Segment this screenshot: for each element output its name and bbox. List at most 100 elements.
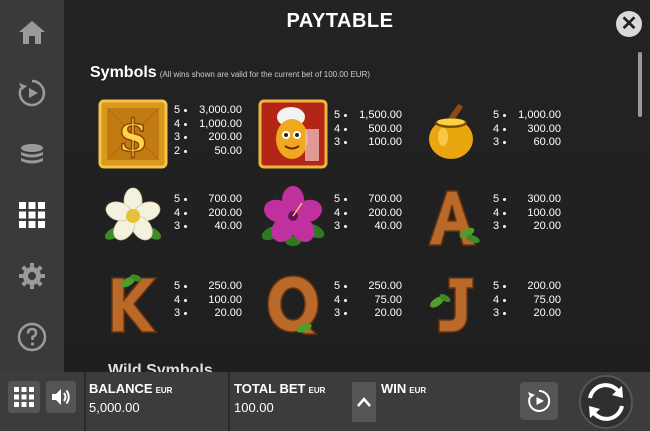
payout-row: 3 20.00 bbox=[174, 307, 242, 319]
payout-row: 3 20.00 bbox=[493, 307, 561, 319]
grid-icon bbox=[14, 387, 34, 407]
symbol-cell: 5 1,000.00 4 300.00 3 60.00 bbox=[417, 99, 577, 169]
symbol-cell: 5 700.00 4 200.00 3 40.00 bbox=[258, 183, 418, 253]
payout-row: 3 60.00 bbox=[493, 136, 561, 148]
close-button[interactable]: ✕ bbox=[616, 11, 642, 37]
sound-button[interactable] bbox=[46, 381, 76, 413]
payout-row: 5 1,500.00 bbox=[334, 109, 402, 121]
win-label: WIN bbox=[381, 381, 407, 396]
help-button[interactable] bbox=[0, 306, 64, 367]
payout-row: 5 3,000.00 bbox=[174, 104, 242, 116]
home-button[interactable] bbox=[0, 1, 64, 62]
help-icon bbox=[17, 322, 47, 351]
payout-row: 4 1,000.00 bbox=[174, 117, 242, 130]
balance-label: BALANCE bbox=[89, 381, 153, 396]
grid-icon bbox=[19, 201, 45, 228]
pink-flower-symbol-icon bbox=[261, 186, 325, 246]
payout-row: 4 300.00 bbox=[493, 122, 561, 135]
payout-list: 5 1,000.00 4 300.00 3 60.00 bbox=[493, 109, 561, 150]
bet-up-button[interactable] bbox=[352, 382, 376, 422]
balance-display: BALANCE EUR 5,000.00 bbox=[89, 372, 172, 431]
letter-j-symbol-icon bbox=[430, 277, 474, 333]
symbols-section-header: Symbols (All wins shown are valid for the… bbox=[90, 64, 370, 82]
settings-button[interactable] bbox=[0, 245, 64, 306]
wild-section-title: Wild Symbols bbox=[108, 362, 213, 372]
total-bet-label: TOTAL BET bbox=[234, 381, 306, 396]
scrollbar-thumb[interactable] bbox=[638, 52, 642, 117]
payout-row: 4 75.00 bbox=[493, 293, 561, 306]
total-bet-currency: EUR bbox=[308, 386, 326, 395]
payout-row: 5 1,000.00 bbox=[493, 109, 561, 121]
payout-row: 4 100.00 bbox=[174, 293, 242, 306]
payout-row: 3 20.00 bbox=[334, 307, 402, 319]
dollar-symbol-icon: $ bbox=[98, 99, 168, 169]
payout-row: 3 40.00 bbox=[334, 220, 402, 232]
payout-list: 5 250.00 4 75.00 3 20.00 bbox=[334, 280, 402, 321]
autoplay-button[interactable] bbox=[520, 382, 558, 420]
symbol-cell: 5 200.00 4 75.00 3 20.00 bbox=[417, 270, 577, 340]
autoplay-icon bbox=[528, 389, 551, 412]
payout-row: 4 100.00 bbox=[493, 206, 561, 219]
page-title: PAYTABLE bbox=[286, 10, 394, 32]
payout-list: 5 200.00 4 75.00 3 20.00 bbox=[493, 280, 561, 321]
payout-row: 4 200.00 bbox=[174, 206, 242, 219]
bet-settings-button[interactable] bbox=[0, 123, 64, 184]
payout-row: 4 500.00 bbox=[334, 122, 402, 135]
payout-row: 3 200.00 bbox=[174, 131, 242, 143]
divider bbox=[228, 372, 230, 431]
spin-button[interactable] bbox=[575, 372, 637, 431]
home-icon bbox=[19, 20, 45, 44]
payout-row: 3 100.00 bbox=[334, 136, 402, 148]
payout-row: 3 40.00 bbox=[174, 220, 242, 232]
payout-row: 4 75.00 bbox=[334, 293, 402, 306]
payout-row: 5 300.00 bbox=[493, 193, 561, 205]
total-bet-display: TOTAL BET EUR 100.00 bbox=[234, 372, 325, 431]
symbol-cell: $ 5 3,000.00 4 1,000.00 3 200.00 2 50.00 bbox=[98, 99, 258, 169]
balance-currency: EUR bbox=[155, 386, 173, 395]
symbol-cell: 5 250.00 4 75.00 3 20.00 bbox=[258, 270, 418, 340]
bottom-bar: BALANCE EUR 5,000.00 TOTAL BET EUR 100.00 … bbox=[0, 372, 650, 431]
payout-row: 5 200.00 bbox=[493, 280, 561, 292]
win-display: WIN EUR bbox=[381, 372, 426, 431]
replay-button[interactable] bbox=[0, 62, 64, 123]
payout-list: 5 1,500.00 4 500.00 3 100.00 bbox=[334, 109, 402, 150]
white-flower-symbol-icon bbox=[104, 187, 162, 241]
speaker-icon bbox=[52, 389, 70, 405]
spin-icon bbox=[579, 374, 633, 429]
payout-row: 5 700.00 bbox=[334, 193, 402, 205]
payout-list: 5 3,000.00 4 1,000.00 3 200.00 2 50.00 bbox=[174, 104, 242, 158]
payout-row: 5 250.00 bbox=[174, 280, 242, 292]
honey-pot-symbol-icon bbox=[429, 104, 473, 159]
payout-row: 4 200.00 bbox=[334, 206, 402, 219]
letter-a-symbol-icon bbox=[427, 190, 480, 246]
payout-list: 5 250.00 4 100.00 3 20.00 bbox=[174, 280, 242, 321]
balance-value: 5,000.00 bbox=[89, 400, 140, 415]
win-currency: EUR bbox=[409, 386, 427, 395]
paytable-panel: PAYTABLE ✕ Symbols (All wins shown are va… bbox=[64, 0, 650, 372]
section-title: Symbols bbox=[90, 64, 157, 81]
divider bbox=[84, 372, 86, 431]
sidebar bbox=[0, 0, 64, 372]
close-icon: ✕ bbox=[620, 13, 638, 35]
replay-icon bbox=[18, 79, 46, 106]
paytable-button[interactable] bbox=[0, 184, 64, 245]
symbol-cell: 5 300.00 4 100.00 3 20.00 bbox=[417, 183, 577, 253]
section-note: (All wins shown are valid for the curren… bbox=[159, 70, 371, 79]
svg-text:$: $ bbox=[118, 111, 149, 162]
symbol-cell: 5 700.00 4 200.00 3 40.00 bbox=[98, 183, 258, 253]
payout-row: 3 20.00 bbox=[493, 220, 561, 232]
menu-button[interactable] bbox=[8, 381, 40, 413]
payout-list: 5 700.00 4 200.00 3 40.00 bbox=[334, 193, 402, 234]
payout-row: 2 50.00 bbox=[174, 144, 242, 157]
total-bet-value: 100.00 bbox=[234, 400, 274, 415]
letter-k-symbol-icon bbox=[111, 274, 158, 333]
gear-icon bbox=[19, 262, 45, 289]
letter-q-symbol-icon bbox=[267, 275, 319, 335]
payout-list: 5 700.00 4 200.00 3 40.00 bbox=[174, 193, 242, 234]
symbol-cell: 5 1,500.00 4 500.00 3 100.00 bbox=[258, 99, 418, 169]
payout-list: 5 300.00 4 100.00 3 20.00 bbox=[493, 193, 561, 234]
coins-icon bbox=[21, 143, 43, 163]
symbol-cell: 5 250.00 4 100.00 3 20.00 bbox=[98, 270, 258, 340]
character-symbol-icon bbox=[258, 99, 328, 169]
chevron-up-icon bbox=[357, 397, 371, 407]
